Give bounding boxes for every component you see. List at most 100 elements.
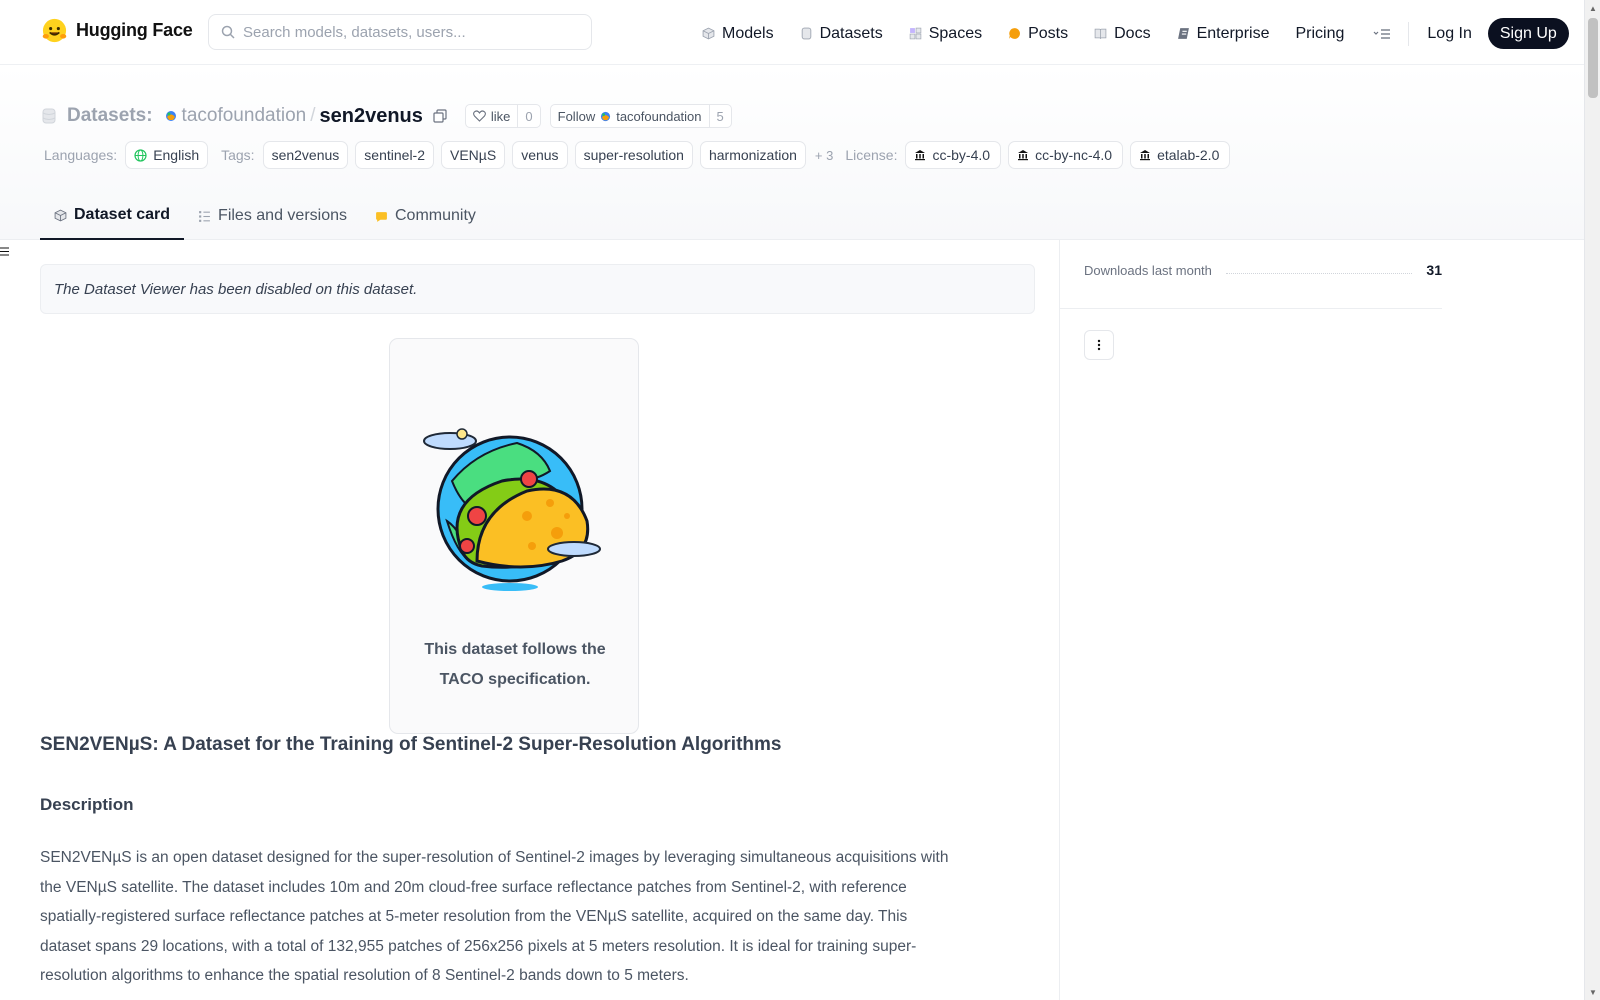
tag-chip[interactable]: venus	[512, 141, 568, 169]
grid-icon	[909, 27, 921, 40]
nav-models[interactable]: Models	[702, 20, 774, 48]
tab-community[interactable]: Community	[361, 192, 490, 240]
search-input[interactable]	[243, 23, 573, 41]
license-chip[interactable]: cc-by-4.0	[905, 141, 1002, 169]
tab-files-and-versions[interactable]: Files and versions	[184, 192, 361, 240]
brand-name: Hugging Face	[76, 20, 193, 40]
follow-action[interactable]: Follow tacofoundation	[551, 105, 709, 127]
license-label: License:	[845, 147, 898, 163]
table-of-contents-toggle[interactable]	[0, 245, 9, 259]
dataset-card-content: The Dataset Viewer has been disabled on …	[40, 240, 1059, 1000]
tag-chip[interactable]: VENµS	[441, 141, 506, 169]
page-scrollbar[interactable]: ▲ ▼	[1584, 0, 1600, 1000]
login-link[interactable]: Log In	[1427, 25, 1471, 43]
tag-chip[interactable]: sen2venus	[262, 141, 349, 169]
like-button[interactable]: like 0	[464, 104, 541, 128]
scroll-down-arrow-icon[interactable]: ▼	[1589, 988, 1597, 997]
nav-datasets[interactable]: Datasets	[800, 20, 883, 48]
like-action[interactable]: like	[466, 105, 518, 127]
enterprise-icon	[1177, 28, 1189, 39]
repo-name[interactable]: sen2venus	[320, 105, 423, 128]
signup-button[interactable]: Sign Up	[1487, 18, 1569, 49]
description-line: the VENµS satellite. The dataset include…	[40, 878, 907, 896]
community-icon	[376, 211, 387, 222]
more-options-button[interactable]	[1084, 330, 1114, 360]
tag-chip-label: sentinel-2	[364, 147, 425, 163]
language-tag[interactable]: English	[125, 141, 209, 169]
nav-pricing[interactable]: Pricing	[1295, 20, 1344, 48]
nav-datasets-label: Datasets	[819, 24, 883, 42]
cube-icon	[702, 27, 715, 40]
tag-chip-label: super-resolution	[583, 147, 684, 163]
nav-docs[interactable]: Docs	[1094, 20, 1151, 48]
license-chip-label: cc-by-nc-4.0	[1035, 147, 1113, 163]
org-avatar-icon	[601, 111, 611, 121]
license-chip-label: etalab-2.0	[1157, 147, 1220, 163]
tag-chip[interactable]: harmonization	[699, 141, 806, 169]
scroll-thumb[interactable]	[1588, 18, 1598, 98]
list-icon	[0, 247, 9, 256]
tab-community-label: Community	[395, 207, 476, 224]
brand-link[interactable]: Hugging Face	[41, 17, 193, 44]
tags-row: Languages: English Tags: sen2venus senti…	[44, 141, 1237, 169]
more-menu-button[interactable]	[1370, 22, 1394, 46]
datasets-breadcrumb[interactable]: Datasets:	[67, 105, 153, 127]
nav-pricing-label: Pricing	[1295, 24, 1345, 42]
scroll-up-arrow-icon[interactable]: ▲	[1589, 4, 1597, 13]
nav-spaces[interactable]: Spaces	[909, 20, 982, 48]
top-navigation: Hugging Face Models Datasets Spaces Post…	[0, 0, 1584, 65]
follow-button[interactable]: Follow tacofoundation 5	[549, 104, 732, 128]
follow-count: 5	[708, 105, 731, 127]
heart-icon	[472, 110, 486, 122]
org-link[interactable]: tacofoundation	[182, 105, 307, 127]
license-chip[interactable]: etalab-2.0	[1130, 141, 1231, 169]
description-line: SEN2VENµS is an open dataset designed fo…	[40, 849, 949, 866]
sidebar-divider	[1060, 308, 1442, 309]
viewer-disabled-notice: The Dataset Viewer has been disabled on …	[40, 264, 1035, 314]
right-sidebar: Downloads last month 31	[1059, 240, 1584, 1000]
taco-caption-line: TACO specification.	[439, 671, 591, 688]
downloads-stat: Downloads last month 31	[1084, 262, 1442, 278]
dotted-leader	[1225, 272, 1413, 274]
bank-icon	[915, 150, 926, 161]
follow-org-label: tacofoundation	[616, 108, 702, 124]
taco-caption-line: This dataset follows the	[424, 641, 606, 658]
taco-caption: This dataset follows the TACO specificat…	[390, 635, 640, 695]
hugging-face-logo-icon	[42, 18, 67, 43]
tag-chip[interactable]: sentinel-2	[355, 141, 434, 169]
follow-label: Follow	[557, 108, 596, 124]
tag-chip-label: VENµS	[450, 147, 497, 163]
nav-docs-label: Docs	[1114, 24, 1151, 42]
breadcrumb-separator: /	[310, 105, 316, 126]
tab-files-label: Files and versions	[218, 207, 347, 224]
search-box[interactable]	[208, 14, 592, 50]
chat-bubble-icon	[1009, 28, 1021, 39]
nav-enterprise[interactable]: Enterprise	[1177, 20, 1270, 48]
description-line: dataset spans 29 locations, with a total…	[40, 937, 917, 955]
license-chip-label: cc-by-4.0	[932, 147, 991, 163]
description-line: resolution algorithms to enhance the spa…	[40, 967, 689, 984]
book-icon	[1094, 28, 1107, 39]
copy-icon[interactable]	[433, 109, 447, 123]
nav-posts[interactable]: Posts	[1008, 20, 1068, 48]
taco-globe-logo	[423, 428, 601, 591]
tags-label: Tags:	[221, 147, 255, 163]
tag-chip-label: harmonization	[708, 147, 797, 163]
more-tags-button[interactable]: + 3	[815, 148, 833, 163]
search-icon	[221, 25, 235, 39]
description-heading: Description	[40, 795, 134, 814]
tag-chip[interactable]: super-resolution	[574, 141, 693, 169]
license-chip[interactable]: cc-by-nc-4.0	[1008, 141, 1124, 169]
description-line: spatially-registered surface reflectance…	[40, 908, 908, 925]
cube-icon	[54, 209, 67, 221]
nav-models-label: Models	[722, 24, 774, 42]
nav-enterprise-label: Enterprise	[1196, 24, 1270, 42]
nav-spaces-label: Spaces	[928, 24, 983, 42]
database-icon	[801, 27, 811, 40]
tag-chip-label: venus	[521, 147, 559, 163]
tag-chip-label: sen2venus	[271, 147, 340, 163]
menu-icon	[1373, 28, 1391, 39]
like-label: like	[490, 108, 511, 124]
dataset-title: SEN2VENµS: A Dataset for the Training of…	[40, 734, 782, 755]
tab-dataset-card[interactable]: Dataset card	[40, 192, 185, 240]
